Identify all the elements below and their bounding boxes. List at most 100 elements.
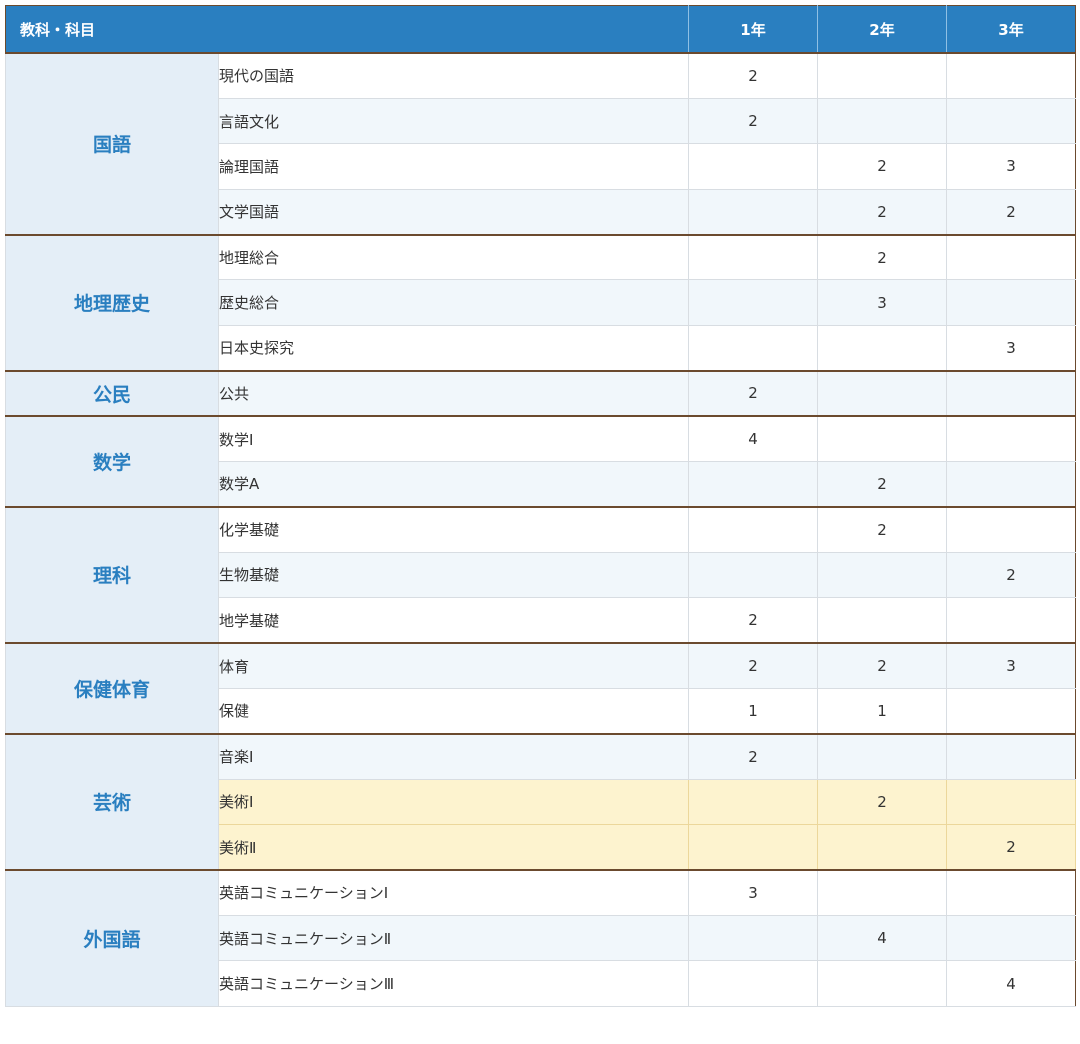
subject-cell: 日本史探究 — [217, 324, 690, 372]
table-row: 数学 数学Ⅰ 4 — [5, 415, 1077, 508]
credit-cell-year-1 — [688, 279, 819, 326]
credit-cell-year-1 — [688, 551, 819, 599]
credit-cell-year-1 — [688, 324, 819, 372]
credit-cell-year-2: 2 — [817, 778, 948, 826]
credit-cell-year-1 — [688, 960, 819, 1007]
credit-cell-year-3: 3 — [946, 642, 1077, 689]
subject-cell: 生物基礎 — [217, 551, 690, 599]
credit-cell-year-2 — [817, 369, 948, 417]
credit-cell-year-1: 2 — [688, 732, 819, 780]
credit-cell-year-1 — [688, 461, 819, 508]
credit-cell-year-2 — [817, 97, 948, 145]
credit-cell-year-2: 1 — [817, 687, 948, 735]
credit-cell-year-2: 4 — [817, 914, 948, 962]
credit-cell-year-3: 4 — [946, 960, 1077, 1007]
credit-cell-year-1: 2 — [688, 597, 819, 644]
credit-cell-year-3 — [946, 687, 1077, 735]
credit-cell-year-1 — [688, 143, 819, 190]
credit-cell-year-3 — [946, 51, 1077, 99]
table-row: 芸術 音楽Ⅰ 2 — [5, 732, 1077, 871]
subject-cell: 英語コミュニケーションⅠ — [217, 869, 690, 916]
credit-cell-year-2: 2 — [817, 642, 948, 689]
credit-cell-year-1: 1 — [688, 687, 819, 735]
credit-cell-year-3 — [946, 233, 1077, 281]
credit-cell-year-3 — [946, 369, 1077, 417]
credit-cell-year-1 — [688, 505, 819, 553]
category-cell: 理科 — [5, 505, 219, 644]
header-year-2: 2年 — [817, 5, 948, 54]
category-cell: 外国語 — [5, 869, 219, 1007]
credit-cell-year-1 — [688, 233, 819, 281]
subject-cell: 音楽Ⅰ — [217, 732, 690, 780]
credit-cell-year-1: 2 — [688, 97, 819, 145]
credit-cell-year-3: 3 — [946, 143, 1077, 190]
subject-cell: 文学国語 — [217, 188, 690, 236]
subject-cell: 公共 — [217, 369, 690, 417]
credit-cell-year-3 — [946, 415, 1077, 463]
header-year-3: 3年 — [946, 5, 1077, 54]
credit-cell-year-3 — [946, 597, 1077, 644]
credit-cell-year-3: 2 — [946, 824, 1077, 871]
credit-cell-year-1 — [688, 778, 819, 826]
credit-cell-year-3 — [946, 914, 1077, 962]
credit-cell-year-2: 2 — [817, 188, 948, 236]
table-row: 外国語 英語コミュニケーションⅠ 3 — [5, 869, 1077, 1007]
subject-cell: 美術Ⅰ — [217, 778, 690, 826]
credit-cell-year-2 — [817, 732, 948, 780]
table-row: 理科 化学基礎 2 — [5, 505, 1077, 644]
credit-cell-year-2: 3 — [817, 279, 948, 326]
credit-cell-year-3 — [946, 732, 1077, 780]
table-body: 国語 現代の国語 2 言語文化 2 論理国語 2 3 文学国語 2 2 地理歴史 地理総合 2 歴史総合 3 日… — [5, 51, 1077, 1007]
credit-cell-year-1: 3 — [688, 869, 819, 916]
header-row: 教科・科目 1年 2年 3年 — [4, 5, 1077, 54]
credit-cell-year-3 — [946, 869, 1077, 916]
credit-cell-year-2: 2 — [817, 233, 948, 281]
header-category-label: 教科・科目 — [4, 5, 690, 54]
credit-cell-year-2 — [817, 51, 948, 99]
subject-cell: 現代の国語 — [217, 51, 690, 99]
credit-cell-year-3: 2 — [946, 188, 1077, 236]
category-cell: 数学 — [5, 415, 219, 508]
table-row: 保健体育 体育 2 2 3 — [5, 642, 1077, 735]
credit-cell-year-2: 2 — [817, 505, 948, 553]
table-row: 公民 公共 2 — [5, 369, 1077, 417]
credit-cell-year-1: 2 — [688, 642, 819, 689]
header-year-1: 1年 — [688, 5, 819, 54]
table-row: 国語 現代の国語 2 — [5, 51, 1077, 236]
table-row: 地理歴史 地理総合 2 — [5, 233, 1077, 372]
subject-cell: 歴史総合 — [217, 279, 690, 326]
credit-cell-year-2 — [817, 551, 948, 599]
credit-cell-year-1 — [688, 188, 819, 236]
credit-cell-year-2 — [817, 960, 948, 1007]
subject-cell: 保健 — [217, 687, 690, 735]
credit-cell-year-2 — [817, 415, 948, 463]
category-cell: 国語 — [5, 52, 219, 236]
credit-cell-year-3 — [946, 279, 1077, 326]
credit-cell-year-3 — [946, 461, 1077, 508]
credit-cell-year-3 — [946, 97, 1077, 145]
category-cell: 芸術 — [5, 732, 219, 871]
credit-cell-year-3 — [946, 505, 1077, 553]
credit-cell-year-3 — [946, 778, 1077, 826]
subject-cell: 英語コミュニケーションⅢ — [217, 960, 690, 1007]
credit-cell-year-2 — [817, 597, 948, 644]
credit-cell-year-3: 2 — [946, 551, 1077, 599]
subject-cell: 言語文化 — [217, 97, 690, 145]
subject-cell: 地理総合 — [217, 233, 690, 281]
credit-cell-year-1: 2 — [688, 369, 819, 417]
credit-cell-year-3: 3 — [946, 324, 1077, 372]
category-cell: 保健体育 — [5, 642, 219, 735]
credit-cell-year-1 — [688, 914, 819, 962]
table-header: 教科・科目 1年 2年 3年 — [4, 5, 1077, 54]
subject-cell: 英語コミュニケーションⅡ — [217, 914, 690, 962]
credit-cell-year-2: 2 — [817, 461, 948, 508]
subject-cell: 論理国語 — [217, 143, 690, 190]
credit-cell-year-1: 2 — [688, 51, 819, 99]
subject-cell: 数学Ⅰ — [217, 415, 690, 463]
subject-cell: 地学基礎 — [217, 597, 690, 644]
credit-cell-year-2 — [817, 324, 948, 372]
credit-cell-year-1 — [688, 824, 819, 871]
curriculum-table: 教科・科目 1年 2年 3年 国語 現代の国語 2 言語文化 2 論理国語 2 3 文学国語 2 2… — [4, 5, 1077, 1007]
credit-cell-year-1: 4 — [688, 415, 819, 463]
credit-cell-year-2 — [817, 824, 948, 871]
